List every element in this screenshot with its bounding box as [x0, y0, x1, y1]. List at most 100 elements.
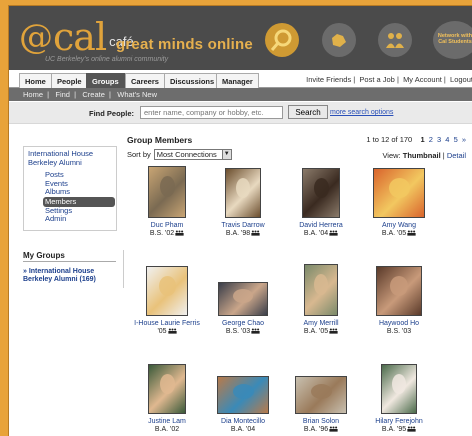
page-link-4[interactable]: 4 [445, 135, 449, 144]
invite-friends-link[interactable]: Invite Friends [306, 75, 351, 84]
member-name-link[interactable]: Brian Solon [281, 418, 361, 425]
member-name-link[interactable]: Amy Merrill [281, 320, 361, 327]
connections-icon [251, 230, 260, 236]
page-link-2[interactable]: 2 [429, 135, 433, 144]
search-button[interactable]: Search [288, 105, 328, 119]
member-degree-text: '05 [157, 328, 167, 335]
my-groups-item[interactable]: » International House Berkeley Alumni (1… [23, 268, 119, 284]
member-card[interactable]: Justine Lam B.A. '02 [127, 364, 207, 433]
member-name-link[interactable]: Hilary Ferejohn [359, 418, 439, 425]
group-name-link[interactable]: International House Berkeley Alumni [28, 149, 112, 167]
member-name-link[interactable]: Amy Wang [359, 222, 439, 229]
member-photo-figure [392, 374, 406, 394]
tab-careers[interactable]: Careers [125, 73, 165, 88]
post-job-link[interactable]: Post a Job [359, 75, 394, 84]
member-card[interactable]: Amy Merrill B.A. '05 [281, 264, 361, 335]
connections-icon [407, 230, 416, 236]
member-degree: B.A. '96 [281, 426, 361, 433]
member-degree: B.S. '03 [203, 328, 283, 335]
member-card[interactable]: David Herrera B.A. '04 [281, 168, 361, 237]
member-degree-text: B.A. '04 [303, 230, 329, 237]
logout-link[interactable]: Logout [450, 75, 472, 84]
member-card[interactable]: Hilary Ferejohn B.A. '95 [359, 364, 439, 433]
member-degree-text: B.A. '05 [381, 230, 407, 237]
tab-groups[interactable]: Groups [86, 73, 125, 88]
member-photo[interactable] [217, 376, 269, 414]
subnav-find[interactable]: Find [55, 90, 70, 99]
member-card[interactable]: Amy Wang B.A. '05 [359, 168, 439, 237]
page-next-link[interactable]: » [462, 135, 466, 144]
member-photo[interactable] [225, 168, 261, 218]
member-card[interactable]: I-House Laurie Ferris '05 [127, 266, 207, 335]
connections-icon [407, 426, 416, 432]
member-photo[interactable] [376, 266, 422, 316]
connections-icon [329, 230, 338, 236]
member-name-link[interactable]: I-House Laurie Ferris [127, 320, 207, 327]
member-name-link[interactable]: Travis Darrow [203, 222, 283, 229]
subnav-home[interactable]: Home [23, 90, 43, 99]
find-people-bar: Find People: Search more search options [9, 102, 472, 124]
tagline: great minds online [116, 36, 253, 53]
member-card[interactable]: Brian Solon B.A. '96 [281, 376, 361, 433]
logo-cal: cal [53, 15, 107, 59]
subnav-whats-new[interactable]: What's New [117, 90, 157, 99]
my-groups-heading: My Groups [23, 251, 65, 260]
member-name-link[interactable]: George Chao [203, 320, 283, 327]
page-link-1[interactable]: 1 [421, 135, 425, 144]
member-degree: B.A. '98 [203, 230, 283, 237]
member-photo[interactable] [302, 168, 340, 218]
member-card[interactable]: Dia Montecillo B.A. '04 [203, 376, 283, 433]
member-photo-figure [158, 276, 176, 296]
network-badge[interactable]: Network with Cal Students [433, 21, 472, 59]
member-name-link[interactable]: David Herrera [281, 222, 361, 229]
member-degree: B.S. '03 [359, 328, 439, 335]
subnav-create[interactable]: Create [82, 90, 105, 99]
view-detail[interactable]: Detail [447, 151, 466, 160]
member-card[interactable]: George Chao B.S. '03 [203, 282, 283, 335]
find-people-input[interactable] [140, 106, 283, 119]
sort-control: Sort by Most Connections ▼ [127, 149, 232, 160]
member-name-link[interactable]: Dia Montecillo [203, 418, 283, 425]
sidebar-divider [123, 250, 124, 288]
member-photo[interactable] [148, 364, 186, 414]
member-photo[interactable] [148, 166, 186, 218]
member-degree-text: B.S. '03 [225, 328, 251, 335]
member-degree: B.A. '95 [359, 426, 439, 433]
member-photo[interactable] [146, 266, 188, 316]
sidebar-item-admin[interactable]: Admin [43, 214, 115, 224]
sidebar-item-albums[interactable]: Albums [43, 187, 115, 197]
group-nav: Posts Events Albums Members Settings Adm… [43, 170, 115, 224]
member-photo[interactable] [295, 376, 347, 414]
member-degree: '05 [127, 328, 207, 335]
my-account-link[interactable]: My Account [403, 75, 442, 84]
tab-manager[interactable]: Manager [216, 73, 259, 88]
tab-home[interactable]: Home [19, 73, 52, 88]
page-link-5[interactable]: 5 [454, 135, 458, 144]
tab-discussions-label: Discussions [170, 77, 215, 86]
site-header: @ cal café great minds online UC Berkele… [9, 6, 472, 70]
tab-people[interactable]: People [51, 73, 88, 88]
member-photo[interactable] [381, 364, 417, 414]
people-icon[interactable] [378, 23, 412, 57]
member-card[interactable]: Duc Pham B.S. '02 [127, 166, 207, 237]
member-photo[interactable] [373, 168, 425, 218]
sort-select[interactable]: Most Connections ▼ [153, 149, 232, 160]
magnifier-icon[interactable] [265, 23, 299, 57]
page-link-3[interactable]: 3 [437, 135, 441, 144]
member-photo[interactable] [218, 282, 268, 316]
view-thumbnail[interactable]: Thumbnail [403, 151, 441, 160]
member-card[interactable]: Haywood Ho B.S. '03 [359, 266, 439, 335]
member-name-link[interactable]: Duc Pham [127, 222, 207, 229]
member-name-link[interactable]: Haywood Ho [359, 320, 439, 327]
member-name-link[interactable]: Justine Lam [127, 418, 207, 425]
member-photo[interactable] [304, 264, 338, 316]
page-frame: @ cal café great minds online UC Berkele… [8, 5, 472, 436]
view-label: View: [382, 151, 401, 160]
member-degree: B.A. '02 [127, 426, 207, 433]
puzzle-icon[interactable] [322, 23, 356, 57]
tab-discussions[interactable]: Discussions [164, 73, 221, 88]
sidebar-item-members[interactable]: Members [43, 196, 115, 207]
more-search-options-link[interactable]: more search options [330, 109, 393, 116]
sub-nav: Home | Find | Create | What's New [9, 88, 472, 101]
member-card[interactable]: Travis Darrow B.A. '98 [203, 168, 283, 237]
